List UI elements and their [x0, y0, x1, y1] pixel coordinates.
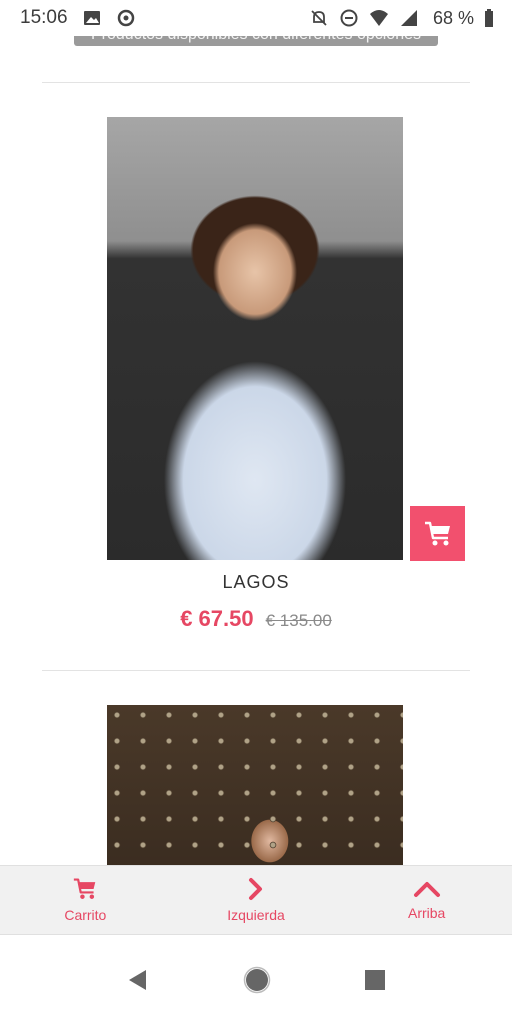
wifi-icon: [369, 10, 388, 26]
product-image[interactable]: [107, 117, 403, 560]
image-icon: [83, 11, 100, 25]
nav-cart[interactable]: Carrito: [0, 866, 171, 934]
status-time: 15:06: [20, 7, 68, 28]
system-nav: [0, 936, 512, 1024]
cart-icon: [424, 521, 450, 545]
nav-cart-label: Carrito: [64, 907, 107, 923]
sale-price: € 67.50: [180, 606, 254, 631]
chevron-right-icon: [249, 878, 262, 900]
divider: [42, 82, 470, 83]
chevron-up-icon: [413, 882, 440, 897]
original-price: € 135.00: [265, 611, 332, 630]
battery-percent: 68 %: [432, 7, 474, 28]
nav-top-label: Arriba: [408, 905, 446, 921]
status-bar: 15:06 68 %: [0, 0, 512, 36]
product-image[interactable]: [107, 705, 403, 875]
product-name[interactable]: LAGOS: [0, 572, 512, 593]
recents-icon[interactable]: [364, 969, 386, 991]
signal-icon: [400, 10, 417, 26]
mute-icon: [311, 10, 327, 26]
add-to-cart-button[interactable]: [410, 506, 465, 561]
nav-left-label: Izquierda: [227, 907, 285, 923]
battery-icon: [485, 9, 493, 27]
status-right: 68 %: [309, 8, 494, 29]
home-icon[interactable]: [243, 966, 271, 994]
price-row: € 67.50 € 135.00: [0, 606, 512, 632]
cart-icon: [74, 878, 96, 899]
dnd-icon: [340, 9, 358, 27]
status-left: 15:06: [20, 7, 136, 29]
bottom-nav: Carrito Izquierda Arriba: [0, 865, 512, 935]
nav-left[interactable]: Izquierda: [171, 866, 342, 934]
screen: 15:06 68 % LAGOS € 67.50 € 135.00 Carrit…: [0, 0, 512, 1024]
divider: [42, 670, 470, 671]
notification-icon: [117, 9, 134, 27]
back-icon[interactable]: [126, 968, 150, 992]
nav-top[interactable]: Arriba: [341, 866, 512, 934]
